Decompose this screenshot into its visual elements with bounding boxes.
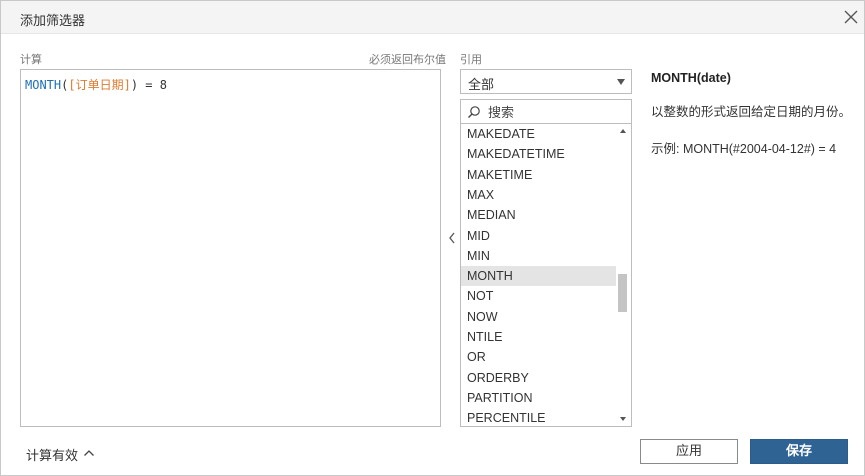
list-scrollbar[interactable] — [616, 124, 631, 426]
calculation-label: 计算 — [20, 53, 42, 66]
dialog-title: 添加筛选器 — [20, 14, 86, 29]
formula-field-token: [订单日期] — [68, 78, 131, 92]
calculation-status[interactable]: 计算有效 — [26, 445, 78, 464]
help-function-signature: MONTH(date) — [651, 71, 731, 85]
function-item-month-selected[interactable]: MONTH — [461, 266, 617, 287]
formula-rest: ) = 8 — [130, 78, 167, 92]
category-select[interactable]: 全部 — [460, 69, 632, 94]
function-item-makedate[interactable]: MAKEDATE — [461, 124, 617, 144]
formula-text[interactable]: MONTH([订单日期]) = 8 — [25, 76, 167, 93]
dropdown-arrow-icon — [617, 79, 625, 85]
function-item-median[interactable]: MEDIAN — [461, 205, 617, 225]
help-example: 示例: MONTH(#2004-04-12#) = 4 — [651, 142, 837, 156]
close-icon[interactable] — [843, 9, 859, 25]
dialog-titlebar: 添加筛选器 — [1, 1, 864, 34]
add-filter-dialog: 添加筛选器 计算 必须返回布尔值 MONTH([订单日期]) = 8 引用 全部… — [0, 0, 865, 476]
scroll-up-arrow-icon[interactable] — [620, 129, 626, 133]
function-search[interactable] — [460, 99, 632, 124]
category-select-value: 全部 — [468, 78, 495, 93]
function-item-not[interactable]: NOT — [461, 286, 617, 306]
function-item-orderby[interactable]: ORDERBY — [461, 368, 617, 388]
function-item-partition[interactable]: PARTITION — [461, 388, 617, 408]
scrollbar-thumb[interactable] — [618, 274, 627, 312]
chevron-up-icon[interactable] — [83, 448, 95, 458]
function-item-or[interactable]: OR — [461, 347, 617, 367]
help-description: 以整数的形式返回给定日期的月份。 — [651, 104, 852, 119]
function-item-percentile[interactable]: PERCENTILE — [461, 408, 617, 426]
function-item-now[interactable]: NOW — [461, 307, 617, 327]
function-item-ntile[interactable]: NTILE — [461, 327, 617, 347]
apply-button[interactable]: 应用 — [640, 439, 738, 464]
function-item-mid[interactable]: MID — [461, 226, 617, 246]
function-item-makedatetime[interactable]: MAKEDATETIME — [461, 144, 617, 164]
reference-label: 引用 — [460, 53, 482, 66]
scroll-down-arrow-icon[interactable] — [620, 417, 626, 421]
search-icon — [468, 106, 480, 118]
save-button[interactable]: 保存 — [750, 439, 848, 464]
formula-function-token: MONTH — [25, 78, 62, 92]
collapse-panel-icon[interactable] — [447, 231, 457, 245]
function-item-max[interactable]: MAX — [461, 185, 617, 205]
boolean-hint: 必须返回布尔值 — [369, 53, 446, 66]
function-item-maketime[interactable]: MAKETIME — [461, 165, 617, 185]
function-list[interactable]: MAKEDATE MAKEDATETIME MAKETIME MAX MEDIA… — [460, 123, 632, 427]
search-input[interactable] — [488, 103, 628, 121]
formula-editor[interactable]: MONTH([订单日期]) = 8 — [20, 69, 441, 427]
function-item-min[interactable]: MIN — [461, 246, 617, 266]
